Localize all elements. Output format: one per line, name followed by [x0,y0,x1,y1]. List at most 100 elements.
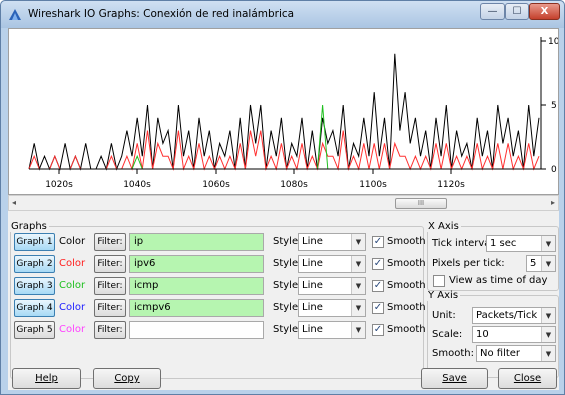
filter-button[interactable]: Filter: [94,255,126,273]
x-tick-label: 1040s [123,180,151,190]
chevron-down-icon[interactable]: ▼ [351,256,365,272]
y-tick-label: 0 [551,165,557,175]
scale-select[interactable]: 10 ▼ [472,326,556,343]
filter-input[interactable]: ipv6 [129,255,264,273]
graph-row: Graph 1 Color Filter: ip Style: Line ▼ ✓ Smooth [14,233,426,252]
chevron-down-icon[interactable]: ▼ [541,308,555,323]
unit-value: Packets/Tick [476,310,538,321]
view-as-time-checkbox[interactable] [433,275,445,287]
chevron-down-icon[interactable]: ▼ [541,327,555,342]
graph-toggle-button[interactable]: Graph 2 [14,255,55,273]
filter-input[interactable] [129,321,264,339]
smooth-checkbox[interactable]: ✓ [372,236,384,248]
close-window-button[interactable]: X [529,3,560,20]
graph-row: Graph 3 Color Filter: icmp Style: Line ▼ ✓ Smoot… [14,277,426,296]
io-graph-plot: 10 5 0 1020s 1040s 1060s 1080s 1100s 1120s [8,28,559,195]
smooth-label: Smooth [387,236,426,247]
graph-toggle-button[interactable]: Graph 4 [14,299,55,317]
window-title: Wireshark IO Graphs: Conexión de red ina… [28,8,295,20]
copy-label: Copy [114,373,140,384]
y-tick-label: 10 [548,37,558,47]
style-value: Line [302,302,323,313]
smooth-label: Smooth [387,324,426,335]
style-select[interactable]: Line ▼ [298,255,366,273]
pixels-per-tick-value: 5 [530,258,537,269]
x-tick-label: 1060s [202,180,230,190]
filter-button[interactable]: Filter: [94,321,126,339]
scroll-right-arrow-icon[interactable]: ▸ [551,198,555,207]
title-bar[interactable]: Wireshark IO Graphs: Conexión de red ina… [1,1,564,28]
chevron-down-icon[interactable]: ▼ [351,322,365,338]
scrollbar-thumb[interactable]: III [395,198,447,209]
smooth-label: Smooth [387,258,426,269]
graph-3-line [29,104,539,170]
copy-button[interactable]: Copy [93,368,161,389]
scroll-left-arrow-icon[interactable]: ◂ [12,198,16,207]
graph-color-label[interactable]: Color [59,324,85,335]
x-axis-legend: X Axis [428,221,459,232]
graph-row: Graph 2 Color Filter: ipv6 Style: Line ▼ ✓ Smoot… [14,255,426,274]
chevron-down-icon[interactable]: ▼ [351,300,365,316]
scale-label: Scale: [432,329,463,340]
style-value: Line [302,236,323,247]
x-tick-label: 1100s [359,180,387,190]
unit-select[interactable]: Packets/Tick ▼ [472,307,556,324]
pixels-per-tick-label: Pixels per tick: [432,258,505,269]
io-graphs-window: Wireshark IO Graphs: Conexión de red ina… [0,0,565,395]
plot-horizontal-scrollbar[interactable]: ◂ III ▸ [8,195,559,211]
y-axis-legend: Y Axis [428,290,459,301]
smooth-label: Smooth [387,302,426,313]
style-select[interactable]: Line ▼ [298,321,366,339]
graph-color-label[interactable]: Color [59,258,85,269]
style-value: Line [302,280,323,291]
view-as-time-label: View as time of day [449,275,548,286]
filter-input[interactable]: ip [129,233,264,251]
graph-row: Graph 4 Color Filter: icmpv6 Style: Line ▼ ✓ Smo… [14,299,426,318]
style-select[interactable]: Line ▼ [298,277,366,295]
filter-input[interactable]: icmp [129,277,264,295]
maximize-button[interactable]: ☐ [505,3,529,20]
graph-color-label[interactable]: Color [59,280,85,291]
tick-interval-select[interactable]: 1 sec ▼ [486,235,556,252]
filter-button[interactable]: Filter: [94,299,126,317]
pixels-per-tick-select[interactable]: 5 ▼ [526,255,556,272]
chevron-down-icon[interactable]: ▼ [351,278,365,294]
minimize-button[interactable]: — [480,3,505,20]
filter-button[interactable]: Filter: [94,233,126,251]
tick-interval-value: 1 sec [490,238,517,249]
close-label: Close [513,373,542,384]
scale-value: 10 [476,329,489,340]
dialog-body: 10 5 0 1020s 1040s 1060s 1080s 1100s 1120s ◂ … [8,28,559,390]
style-select[interactable]: Line ▼ [298,233,366,251]
chevron-down-icon[interactable]: ▼ [541,236,555,251]
help-button[interactable]: Help [12,368,81,389]
graph-toggle-button[interactable]: Graph 5 [14,321,55,339]
chevron-down-icon[interactable]: ▼ [541,346,555,361]
save-button[interactable]: Save [421,368,488,389]
style-select[interactable]: Line ▼ [298,299,366,317]
y-smooth-value: No filter [480,348,521,359]
chevron-down-icon[interactable]: ▼ [351,234,365,250]
graph-1-line [28,53,540,171]
chevron-down-icon[interactable]: ▼ [541,256,555,271]
smooth-checkbox[interactable]: ✓ [372,280,384,292]
graph-row: Graph 5 Color Filter: Style: Line ▼ ✓ Smooth [14,321,426,340]
graph-color-label[interactable]: Color [59,302,85,313]
smooth-checkbox[interactable]: ✓ [372,258,384,270]
style-value: Line [302,258,323,269]
close-button[interactable]: Close [498,368,557,389]
unit-label: Unit: [432,310,456,321]
x-tick-label: 1080s [280,180,308,190]
graph-color-label[interactable]: Color [59,236,85,247]
save-label: Save [442,373,467,384]
smooth-checkbox[interactable]: ✓ [372,324,384,336]
graph-toggle-button[interactable]: Graph 1 [14,233,55,251]
filter-button[interactable]: Filter: [94,277,126,295]
graph-toggle-button[interactable]: Graph 3 [14,277,55,295]
io-graph-canvas: 10 5 0 1020s 1040s 1060s 1080s 1100s 1120s [28,37,558,190]
wireshark-fin-icon [9,9,21,20]
filter-input[interactable]: icmpv6 [129,299,264,317]
y-smooth-label: Smooth: [432,348,474,359]
smooth-checkbox[interactable]: ✓ [372,302,384,314]
y-smooth-select[interactable]: No filter ▼ [476,345,556,362]
